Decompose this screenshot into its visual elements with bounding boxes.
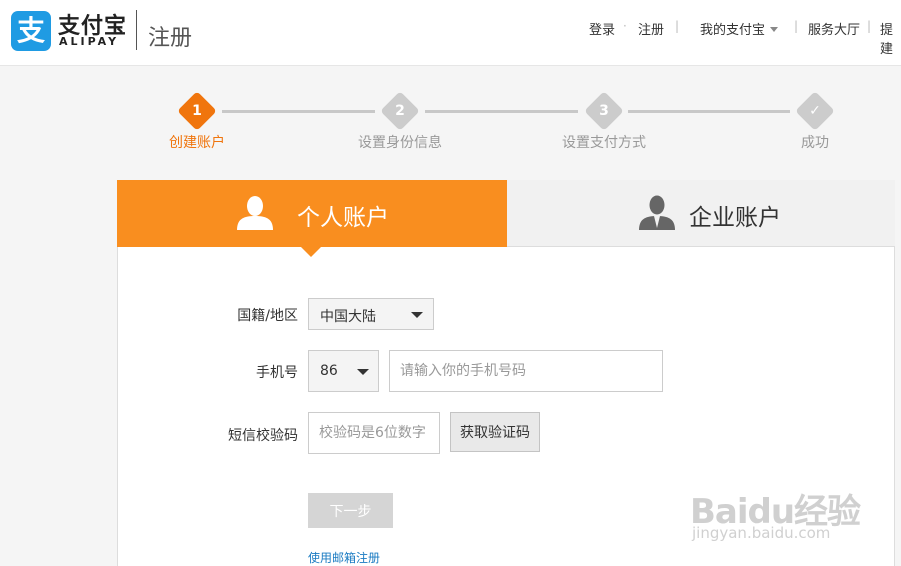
nav-separator: |	[794, 19, 799, 33]
register-with-email-link[interactable]: 使用邮箱注册	[308, 549, 380, 566]
step-connector	[425, 110, 578, 113]
tab-personal-label: 个人账户	[297, 205, 389, 231]
my-alipay-label: 我的支付宝	[700, 23, 766, 38]
baidu-watermark-url: jingyan.baidu.com	[692, 524, 831, 542]
page-title: 注册	[148, 26, 193, 51]
country-code-select[interactable]: 86	[308, 350, 379, 392]
step-3-label: 设置支付方式	[562, 135, 646, 151]
nationality-select[interactable]: 中国大陆	[308, 298, 434, 330]
header: 支 支付宝 ALIPAY 注册 登录 · 注册 | 我的支付宝 | 服务大厅 |…	[0, 0, 901, 66]
step-1-number: 1	[192, 103, 202, 119]
step-connector	[222, 110, 375, 113]
get-sms-code-button[interactable]: 获取验证码	[450, 412, 540, 452]
tab-enterprise-label: 企业账户	[689, 205, 781, 231]
nationality-label: 国籍/地区	[237, 308, 298, 324]
logo-text-en: ALIPAY	[59, 35, 120, 48]
logo-divider	[136, 10, 137, 50]
step-1-label: 创建账户	[169, 135, 225, 151]
sms-code-label: 短信校验码	[228, 428, 298, 444]
tab-personal-account[interactable]: 个人账户	[117, 180, 507, 247]
business-user-icon	[639, 195, 675, 230]
feedback-link[interactable]: 提建	[880, 19, 901, 57]
step-4-label: 成功	[801, 135, 829, 151]
phone-label: 手机号	[256, 365, 298, 381]
tab-enterprise-account[interactable]: 企业账户	[507, 180, 895, 247]
phone-input[interactable]	[389, 350, 663, 392]
nav-separator: |	[675, 19, 680, 33]
my-alipay-menu[interactable]: 我的支付宝	[700, 19, 779, 38]
step-2-number: 2	[395, 103, 405, 119]
service-hall-link[interactable]: 服务大厅	[808, 19, 860, 38]
nationality-value: 中国大陆	[320, 309, 376, 325]
step-connector	[628, 110, 790, 113]
sms-code-input[interactable]	[308, 412, 440, 454]
login-link[interactable]: 登录	[589, 19, 615, 38]
active-tab-pointer	[301, 247, 321, 257]
nav-separator: ·	[623, 19, 627, 33]
checkmark-icon: ✓	[809, 103, 821, 119]
step-2-label: 设置身份信息	[358, 135, 442, 151]
chevron-down-icon	[770, 27, 779, 32]
next-step-button[interactable]: 下一步	[308, 493, 393, 528]
nav-separator: |	[867, 19, 872, 33]
register-link[interactable]: 注册	[638, 19, 664, 38]
alipay-logo-icon[interactable]: 支	[11, 11, 51, 51]
user-icon	[237, 196, 273, 230]
chevron-down-icon	[411, 312, 423, 318]
chevron-down-icon	[357, 369, 369, 375]
step-3-number: 3	[599, 103, 609, 119]
country-code-value: 86	[320, 363, 338, 379]
